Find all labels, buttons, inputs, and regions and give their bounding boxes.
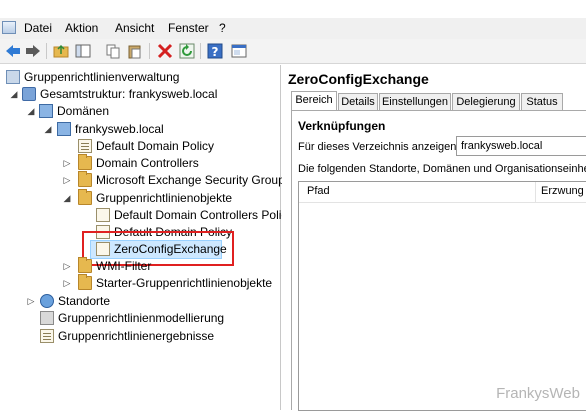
tree-label: Gruppenrichtlinienmodellierung <box>58 311 225 325</box>
tree-label: Starter-Gruppenrichtlinienobjekte <box>96 276 273 290</box>
tree-label: Gruppenrichtlinienverwaltung <box>24 70 180 84</box>
tree-node-domains[interactable]: ◢ Domänen <box>0 103 280 120</box>
tab-details[interactable]: Details <box>338 93 378 110</box>
console-tree[interactable]: Gruppenrichtlinienverwaltung ◢ Gesamtstr… <box>0 65 291 410</box>
collapse-icon[interactable]: ◢ <box>9 89 19 99</box>
tree-label: Gruppenrichtlinienergebnisse <box>58 329 215 343</box>
gpo-folder-icon <box>78 189 92 205</box>
refresh-icon[interactable] <box>178 42 196 60</box>
show-links-label: Für dieses Verzeichnis anzeigen: <box>298 141 460 153</box>
tree-node-wmi-filter[interactable]: ▷ WMI-Filter <box>0 257 280 275</box>
menu-datei[interactable]: Datei <box>24 21 52 35</box>
column-erzwungen[interactable]: Erzwung <box>541 185 584 197</box>
tree-label: Default Domain Policy <box>96 139 215 153</box>
back-arrow-icon[interactable] <box>4 42 22 60</box>
gpo-link-icon <box>78 139 92 153</box>
links-heading: Verknüpfungen <box>298 119 386 133</box>
tree-node-root[interactable]: Gruppenrichtlinienverwaltung <box>0 69 280 86</box>
links-info-text: Die folgenden Standorte, Domänen und Org… <box>298 163 586 175</box>
tree-label: Default Domain Controllers Polic <box>114 208 288 222</box>
domains-icon <box>39 104 53 118</box>
toolbar-separator <box>149 43 150 59</box>
tree-node-starter-gpos[interactable]: ▷ Starter-Gruppenrichtlinienobjekte <box>0 274 280 292</box>
tree-node-gpo-container[interactable]: ◢ Gruppenrichtlinienobjekte <box>0 189 280 207</box>
toolbar: ? <box>0 39 586 64</box>
ou-folder-icon <box>78 154 92 170</box>
svg-text:?: ? <box>212 45 219 59</box>
modeling-icon <box>40 311 54 325</box>
forward-arrow-icon[interactable] <box>24 42 42 60</box>
menu-ansicht[interactable]: Ansicht <box>115 21 154 35</box>
tree-label: Standorte <box>58 294 111 308</box>
menu-help[interactable]: ? <box>219 21 226 35</box>
tree-label: Gruppenrichtlinienobjekte <box>96 191 233 205</box>
results-icon <box>40 329 54 343</box>
menu-bar: Datei Aktion Ansicht Fenster ? <box>0 18 586 40</box>
tab-status[interactable]: Status <box>521 93 563 110</box>
app-icon <box>2 21 16 34</box>
tree-label: Gesamtstruktur: frankysweb.local <box>40 87 218 101</box>
tree-node-default-domain-policy[interactable]: Default Domain Policy <box>0 138 280 155</box>
tab-bereich[interactable]: Bereich <box>291 91 337 110</box>
folder-icon <box>78 274 92 290</box>
folder-up-icon[interactable] <box>52 42 70 60</box>
tree-node-sites[interactable]: ▷ Standorte <box>0 293 280 310</box>
ou-folder-icon <box>78 171 92 187</box>
tab-einstellungen[interactable]: Einstellungen <box>379 93 451 110</box>
watermark: FrankysWeb <box>496 385 580 402</box>
tree-label: WMI-Filter <box>96 259 152 273</box>
show-links-dropdown[interactable]: frankysweb.local <box>456 136 586 156</box>
show-hide-tree-icon[interactable] <box>74 42 92 60</box>
menu-aktion[interactable]: Aktion <box>65 21 98 35</box>
toolbar-separator <box>200 43 201 59</box>
paste-icon[interactable] <box>126 42 144 60</box>
domain-icon <box>57 122 71 136</box>
links-list-header: Pfad Erzwung <box>299 182 586 203</box>
title-bar <box>0 0 586 18</box>
gpmc-icon <box>6 70 20 84</box>
folder-icon <box>78 257 92 273</box>
collapse-icon[interactable]: ◢ <box>62 193 72 203</box>
column-pfad[interactable]: Pfad <box>307 185 330 197</box>
expand-icon[interactable]: ▷ <box>62 175 72 185</box>
tree-node-domain[interactable]: ◢ frankysweb.local <box>0 121 280 138</box>
tree-label: Domänen <box>57 104 110 118</box>
menu-fenster[interactable]: Fenster <box>168 21 209 35</box>
delete-icon[interactable] <box>156 42 174 60</box>
gpo-icon <box>96 208 110 222</box>
help-icon[interactable]: ? <box>206 42 224 60</box>
tree-node-results[interactable]: Gruppenrichtlinienergebnisse <box>0 328 280 345</box>
expand-icon[interactable]: ▷ <box>62 278 72 288</box>
sites-icon <box>40 294 54 308</box>
tree-node-forest[interactable]: ◢ Gesamtstruktur: frankysweb.local <box>0 86 280 103</box>
tree-label: Microsoft Exchange Security Groups <box>96 173 291 187</box>
details-pane: ZeroConfigExchange Bereich Details Einst… <box>282 65 586 411</box>
tree-node-dc-policy[interactable]: Default Domain Controllers Polic <box>0 207 287 224</box>
column-separator[interactable] <box>535 182 536 202</box>
expand-icon[interactable]: ▷ <box>26 296 36 306</box>
copy-icon[interactable] <box>104 42 122 60</box>
forest-icon <box>22 87 36 101</box>
tab-delegierung[interactable]: Delegierung <box>452 93 520 110</box>
expand-icon[interactable]: ▷ <box>62 261 72 271</box>
tab-panel-bereich: Verknüpfungen Für dieses Verzeichnis anz… <box>291 110 586 411</box>
tree-node-modeling[interactable]: Gruppenrichtlinienmodellierung <box>0 310 280 327</box>
collapse-icon[interactable]: ◢ <box>26 106 36 116</box>
tree-label: frankysweb.local <box>75 122 164 136</box>
tree-node-domain-controllers[interactable]: ▷ Domain Controllers <box>0 154 280 172</box>
gpo-title: ZeroConfigExchange <box>288 71 429 87</box>
toolbar-separator <box>46 43 47 59</box>
console-icon[interactable] <box>230 42 248 60</box>
tree-label: Domain Controllers <box>96 156 199 170</box>
links-list[interactable]: Pfad Erzwung <box>298 181 586 411</box>
collapse-icon[interactable]: ◢ <box>43 124 53 134</box>
tree-node-exchange-groups[interactable]: ▷ Microsoft Exchange Security Groups <box>0 171 291 189</box>
expand-icon[interactable]: ▷ <box>62 158 72 168</box>
